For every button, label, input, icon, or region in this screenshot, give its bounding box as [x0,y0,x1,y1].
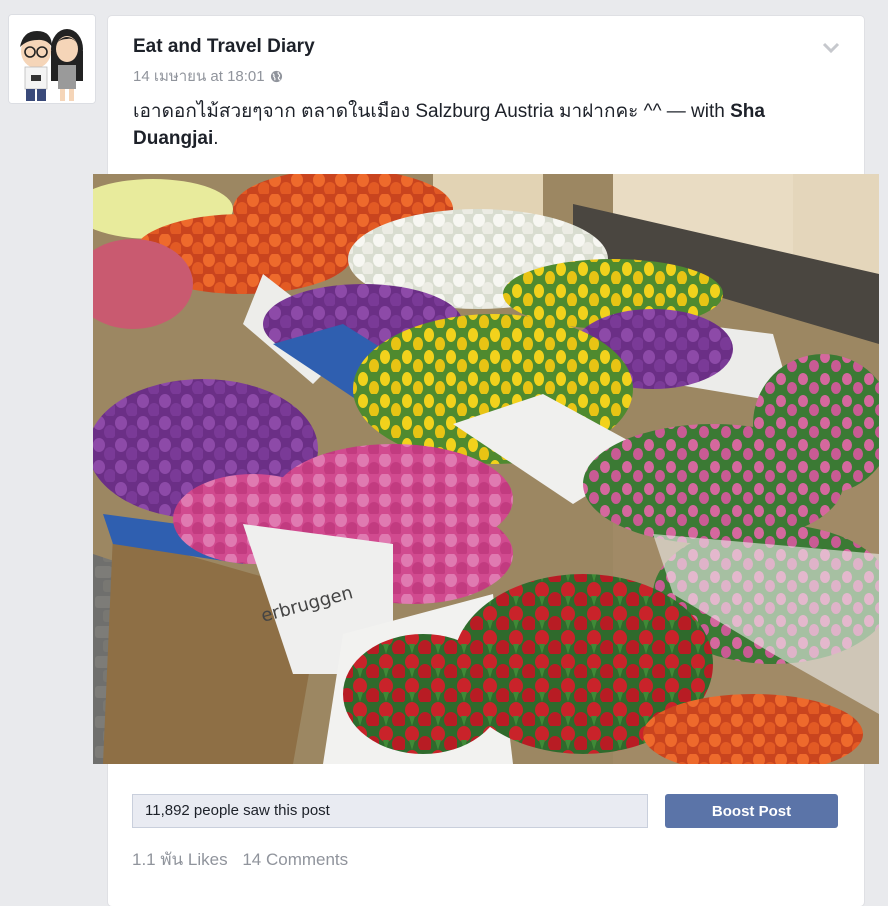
post-timestamp[interactable]: 14 เมษายน at 18:01 [133,64,265,88]
page-avatar[interactable] [8,14,96,104]
engagement-stats: 1.1 พัน Likes 14 Comments [132,846,358,873]
globe-icon [270,70,282,82]
post-author[interactable]: Eat and Travel Diary [133,36,315,58]
tulip-market-photo: erbruggen [93,174,879,764]
comments-count[interactable]: 14 Comments [242,850,348,869]
post-text-end: . [213,128,219,149]
avatar-illustration [9,15,95,103]
post-photo[interactable]: erbruggen [93,174,879,764]
post-text: เอาดอกไม้สวยๆจาก ตลาดในเมือง Salzburg Au… [133,98,833,152]
post-meta: 14 เมษายน at 18:01 [133,64,283,88]
chevron-down-icon[interactable] [822,42,840,54]
reach-insight[interactable]: 11,892 people saw this post [132,794,648,828]
likes-count[interactable]: 1.1 พัน Likes [132,850,228,869]
post-card: Eat and Travel Diary 14 เมษายน at 18:01 … [93,16,879,906]
boost-post-button[interactable]: Boost Post [665,794,838,828]
post-text-body: เอาดอกไม้สวยๆจาก ตลาดในเมือง Salzburg Au… [133,101,731,122]
